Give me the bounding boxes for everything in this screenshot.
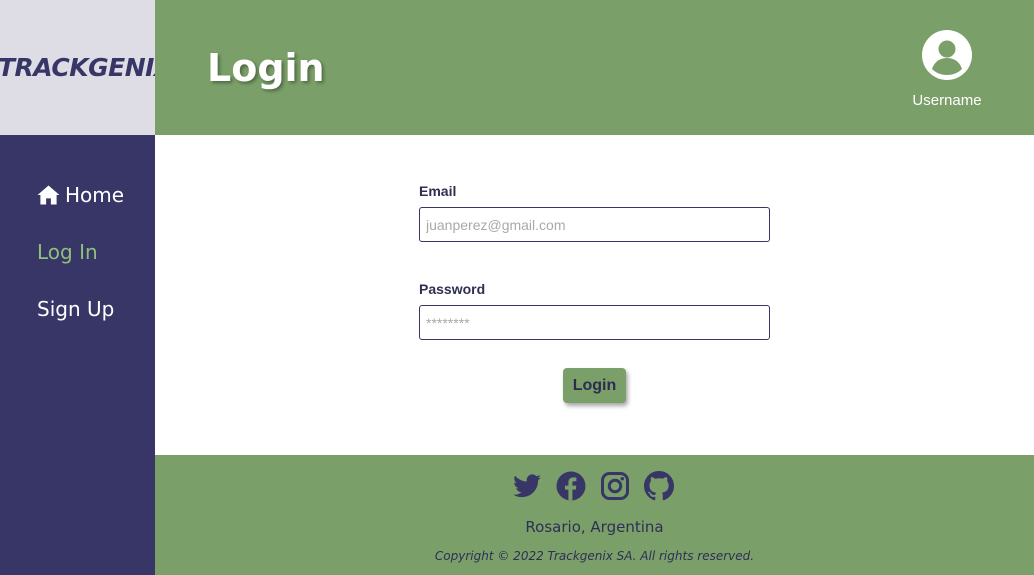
footer: Rosario, Argentina Copyright © 2022 Trac…	[155, 455, 1034, 575]
sidebar-item-login[interactable]: Log In	[37, 240, 98, 264]
login-button[interactable]: Login	[563, 368, 626, 403]
sidebar: Home Log In Sign Up	[0, 135, 155, 575]
user-avatar-icon[interactable]	[922, 30, 972, 80]
facebook-icon	[556, 471, 586, 501]
sidebar-item-signup[interactable]: Sign Up	[37, 297, 114, 321]
home-icon	[37, 185, 60, 205]
footer-location: Rosario, Argentina	[525, 518, 664, 536]
facebook-link[interactable]	[556, 471, 586, 501]
sidebar-item-label: Home	[65, 183, 125, 207]
header: Login Username	[155, 0, 1034, 135]
twitter-icon	[513, 474, 541, 498]
sidebar-item-home[interactable]: Home	[37, 183, 124, 207]
brand-logo[interactable]: TRACKGENIX	[0, 53, 155, 82]
page-title: Login	[207, 46, 325, 90]
sidebar-item-label: Sign Up	[37, 297, 115, 321]
instagram-icon	[601, 472, 629, 500]
password-label: Password	[419, 281, 486, 297]
login-form: Email Password Login	[419, 183, 770, 403]
github-icon	[644, 471, 674, 501]
password-field[interactable]	[419, 305, 770, 340]
github-link[interactable]	[644, 471, 674, 501]
instagram-link[interactable]	[600, 471, 630, 501]
social-links	[512, 471, 674, 501]
footer-copyright: Copyright © 2022 Trackgenix SA. All righ…	[434, 549, 755, 563]
email-field[interactable]	[419, 207, 770, 242]
user-menu[interactable]: Username	[907, 30, 987, 109]
logo-area: TRACKGENIX	[0, 0, 155, 135]
username-label: Username	[912, 92, 982, 109]
email-label: Email	[419, 183, 457, 199]
twitter-link[interactable]	[512, 471, 542, 501]
sidebar-item-label: Log In	[37, 240, 98, 264]
